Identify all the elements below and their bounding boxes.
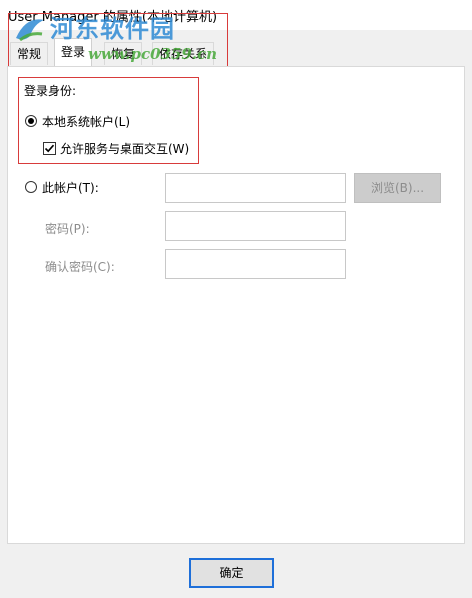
ok-button[interactable]: 确定 [189,558,274,588]
this-account-radio[interactable] [25,181,37,193]
ok-button-label: 确定 [219,566,244,580]
tab-general-label: 常规 [17,47,42,61]
check-icon [44,144,55,153]
logon-as-label: 登录身份: [24,84,77,98]
allow-interact-checkbox[interactable] [43,142,56,155]
local-system-radio[interactable] [25,115,37,127]
this-account-label[interactable]: 此帐户(T): [42,179,99,196]
local-system-label[interactable]: 本地系统帐户(L) [42,113,130,130]
watermark-logo-icon [16,19,44,42]
browse-button-label: 浏览(B)... [370,181,425,195]
browse-button[interactable]: 浏览(B)... [354,173,441,203]
watermark-site-name: 河东软件园 [50,15,175,43]
confirm-password-label: 确认密码(C): [45,260,115,274]
tab-logon-label: 登录 [61,45,86,59]
password-input[interactable] [165,211,346,241]
this-account-input[interactable] [165,173,346,203]
allow-interact-label[interactable]: 允许服务与桌面交互(W) [60,140,189,157]
password-label: 密码(P): [45,222,90,236]
watermark-site-url: www.pc0359.cn [88,45,218,63]
radio-selected-dot [28,118,34,124]
tab-panel-logon: 登录身份: 本地系统帐户(L) 允许服务与桌面交互(W) 此帐户(T): 浏览(… [7,66,465,544]
confirm-password-input[interactable] [165,249,346,279]
tab-general[interactable]: 常规 [10,42,49,65]
